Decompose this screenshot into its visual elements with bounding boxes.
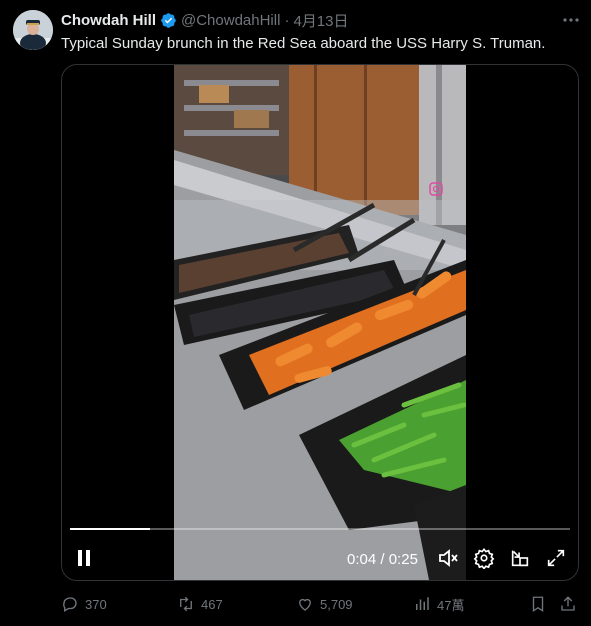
reply-icon (63, 597, 77, 612)
muted-speaker-icon[interactable] (436, 543, 460, 573)
pause-icon[interactable] (72, 543, 96, 573)
reply-button[interactable]: 370 (61, 592, 107, 616)
video-current-time: 0:04 (347, 551, 377, 568)
like-button[interactable]: 5,709 (296, 592, 353, 616)
video-duration: 0:25 (388, 551, 418, 568)
tweet-actions: 370 467 5,709 47萬 (61, 592, 581, 616)
tweet-date[interactable]: 4月13日 (293, 10, 348, 31)
views-bar-icon (416, 597, 429, 610)
video-frame[interactable] (174, 65, 466, 580)
views-button[interactable]: 47萬 (413, 592, 464, 616)
verified-badge-icon[interactable] (160, 12, 177, 29)
video-player[interactable]: 0:04 / 0:25 (61, 64, 579, 581)
repost-icon (180, 596, 192, 612)
separator-dot: · (284, 11, 290, 29)
video-controls: 0:04 / 0:25 (62, 543, 578, 573)
video-time: 0:04 / 0:25 (347, 551, 418, 568)
repost-button[interactable]: 467 (177, 592, 223, 616)
video-progress-bar[interactable] (70, 528, 570, 530)
tweet-header: Chowdah Hill @ChowdahHill · 4月13日 (61, 10, 348, 31)
more-dots-icon[interactable] (561, 10, 581, 30)
view-count: 47萬 (437, 597, 465, 613)
video-time-separator: / (376, 551, 389, 568)
avatar[interactable] (13, 10, 53, 50)
author-handle[interactable]: @ChowdahHill (181, 12, 280, 29)
tweet: Chowdah Hill @ChowdahHill · 4月13日 Typica… (0, 0, 591, 626)
author-name[interactable]: Chowdah Hill (61, 12, 156, 29)
heart-icon (299, 598, 311, 611)
reply-count: 370 (85, 596, 107, 612)
bookmark-icon[interactable] (529, 592, 547, 616)
fullscreen-icon[interactable] (544, 543, 568, 573)
video-progress-fill (70, 528, 150, 530)
share-icon[interactable] (559, 592, 577, 616)
picture-in-picture-icon[interactable] (508, 543, 532, 573)
tweet-text: Typical Sunday brunch in the Red Sea abo… (61, 35, 546, 52)
repost-count: 467 (201, 596, 223, 612)
gear-icon[interactable] (472, 543, 496, 573)
like-count: 5,709 (320, 596, 353, 612)
